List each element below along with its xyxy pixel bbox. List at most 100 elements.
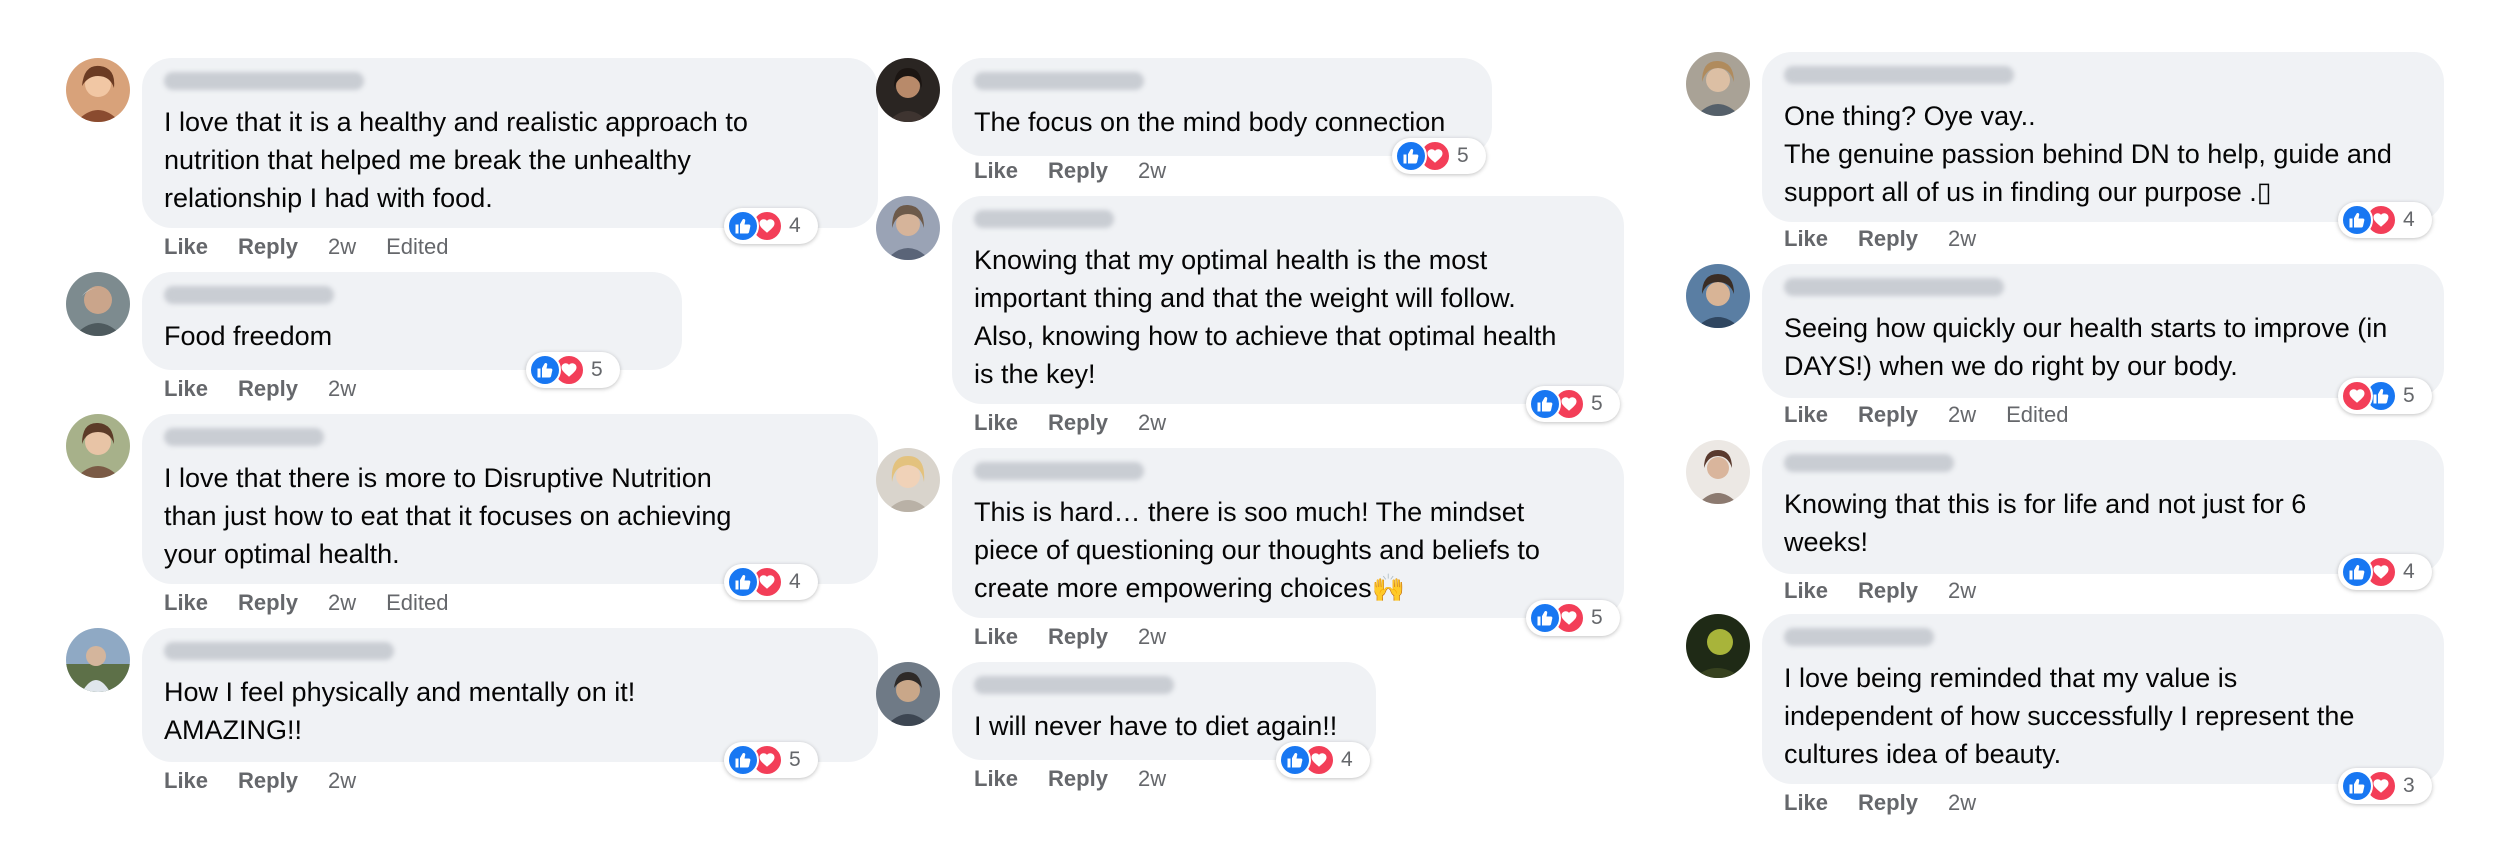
avatar[interactable] <box>876 448 940 512</box>
timestamp[interactable]: 2w <box>1138 158 1166 183</box>
comment-text: Knowing that this is for life and not ju… <box>1784 489 2307 557</box>
thumbs-up-icon <box>2341 770 2373 802</box>
comment-text: Food freedom <box>164 321 333 351</box>
author-name-blurred[interactable] <box>1784 278 2004 296</box>
reaction-summary[interactable]: 3 <box>2338 768 2432 804</box>
reaction-summary[interactable]: 5 <box>1526 386 1620 422</box>
comment-actions: Like Reply 2w Edited <box>1784 402 2098 428</box>
like-button[interactable]: Like <box>1784 226 1828 251</box>
edited-label: Edited <box>2006 402 2069 427</box>
reaction-count: 5 <box>1457 144 1469 167</box>
reply-button[interactable]: Reply <box>1858 402 1918 427</box>
reaction-count: 5 <box>789 748 801 771</box>
comment-actions: Like Reply 2w <box>974 410 1226 436</box>
comment-actions: Like Reply 2w <box>164 768 416 794</box>
timestamp[interactable]: 2w <box>328 376 356 401</box>
reply-button[interactable]: Reply <box>1858 226 1918 251</box>
author-name-blurred[interactable] <box>164 72 364 90</box>
reaction-summary[interactable]: 5 <box>526 352 620 388</box>
reaction-summary[interactable]: 5 <box>1526 600 1620 636</box>
reaction-summary[interactable]: 4 <box>2338 554 2432 590</box>
comment-actions: Like Reply 2w <box>974 624 1226 650</box>
comment-bubble: I love that there is more to Disruptive … <box>142 414 878 584</box>
reply-button[interactable]: Reply <box>238 590 298 615</box>
comment-bubble: Seeing how quickly our health starts to … <box>1762 264 2444 398</box>
edited-label: Edited <box>386 234 449 259</box>
like-button[interactable]: Like <box>1784 578 1828 603</box>
like-button[interactable]: Like <box>974 158 1018 183</box>
reaction-summary[interactable]: 4 <box>724 208 818 244</box>
timestamp[interactable]: 2w <box>1948 578 1976 603</box>
reply-button[interactable]: Reply <box>238 234 298 259</box>
reply-button[interactable]: Reply <box>1048 766 1108 791</box>
author-name-blurred[interactable] <box>974 462 1144 480</box>
reaction-count: 5 <box>591 358 603 381</box>
reply-button[interactable]: Reply <box>1858 790 1918 815</box>
thumbs-up-icon <box>2341 204 2373 236</box>
comment-text: Seeing how quickly our health starts to … <box>1784 313 2388 381</box>
like-button[interactable]: Like <box>1784 790 1828 815</box>
reaction-summary[interactable]: 5 <box>724 742 818 778</box>
timestamp[interactable]: 2w <box>328 590 356 615</box>
reaction-summary[interactable]: 4 <box>1276 742 1370 778</box>
timestamp[interactable]: 2w <box>1138 624 1166 649</box>
reply-button[interactable]: Reply <box>1048 158 1108 183</box>
avatar[interactable] <box>66 272 130 336</box>
like-button[interactable]: Like <box>974 410 1018 435</box>
reply-button[interactable]: Reply <box>1858 578 1918 603</box>
timestamp[interactable]: 2w <box>1138 410 1166 435</box>
like-button[interactable]: Like <box>164 234 208 259</box>
reply-button[interactable]: Reply <box>1048 624 1108 649</box>
author-name-blurred[interactable] <box>164 286 334 304</box>
reaction-summary[interactable]: 5 <box>1392 138 1486 174</box>
comment-text: How I feel physically and mentally on it… <box>164 677 636 745</box>
thumbs-up-icon <box>1279 744 1311 776</box>
author-name-blurred[interactable] <box>974 210 1114 228</box>
comment-text: This is hard… there is soo much! The min… <box>974 497 1540 603</box>
author-name-blurred[interactable] <box>164 428 324 446</box>
timestamp[interactable]: 2w <box>328 768 356 793</box>
thumbs-up-icon <box>1529 388 1561 420</box>
reaction-summary[interactable]: 4 <box>724 564 818 600</box>
author-name-blurred[interactable] <box>974 72 1144 90</box>
reply-button[interactable]: Reply <box>238 376 298 401</box>
avatar[interactable] <box>1686 52 1750 116</box>
avatar[interactable] <box>1686 264 1750 328</box>
comment-text: I will never have to diet again!! <box>974 711 1338 741</box>
timestamp[interactable]: 2w <box>1138 766 1166 791</box>
like-button[interactable]: Like <box>1784 402 1828 427</box>
comment-actions: Like Reply 2w Edited <box>164 234 478 260</box>
like-button[interactable]: Like <box>974 766 1018 791</box>
reply-button[interactable]: Reply <box>1048 410 1108 435</box>
avatar[interactable] <box>1686 614 1750 678</box>
reaction-summary[interactable]: 5 <box>2338 378 2432 414</box>
author-name-blurred[interactable] <box>974 676 1174 694</box>
timestamp[interactable]: 2w <box>328 234 356 259</box>
like-button[interactable]: Like <box>164 590 208 615</box>
avatar[interactable] <box>876 58 940 122</box>
author-name-blurred[interactable] <box>164 642 394 660</box>
author-name-blurred[interactable] <box>1784 628 1934 646</box>
timestamp[interactable]: 2w <box>1948 226 1976 251</box>
comment-text: One thing? Oye vay.. The genuine passion… <box>1784 101 2392 207</box>
avatar[interactable] <box>1686 440 1750 504</box>
heart-icon <box>2341 380 2373 412</box>
avatar[interactable] <box>876 196 940 260</box>
author-name-blurred[interactable] <box>1784 454 1954 472</box>
avatar[interactable] <box>66 58 130 122</box>
comment-bubble: I love that it is a healthy and realisti… <box>142 58 878 228</box>
timestamp[interactable]: 2w <box>1948 402 1976 427</box>
avatar[interactable] <box>876 662 940 726</box>
like-button[interactable]: Like <box>164 376 208 401</box>
comment-bubble: I love being reminded that my value is i… <box>1762 614 2444 784</box>
reply-button[interactable]: Reply <box>238 768 298 793</box>
avatar[interactable] <box>66 414 130 478</box>
comment-actions: Like Reply 2w Edited <box>164 590 478 616</box>
like-button[interactable]: Like <box>164 768 208 793</box>
like-button[interactable]: Like <box>974 624 1018 649</box>
timestamp[interactable]: 2w <box>1948 790 1976 815</box>
reaction-summary[interactable]: 4 <box>2338 202 2432 238</box>
thumbs-up-icon <box>727 744 759 776</box>
avatar[interactable] <box>66 628 130 692</box>
author-name-blurred[interactable] <box>1784 66 2014 84</box>
